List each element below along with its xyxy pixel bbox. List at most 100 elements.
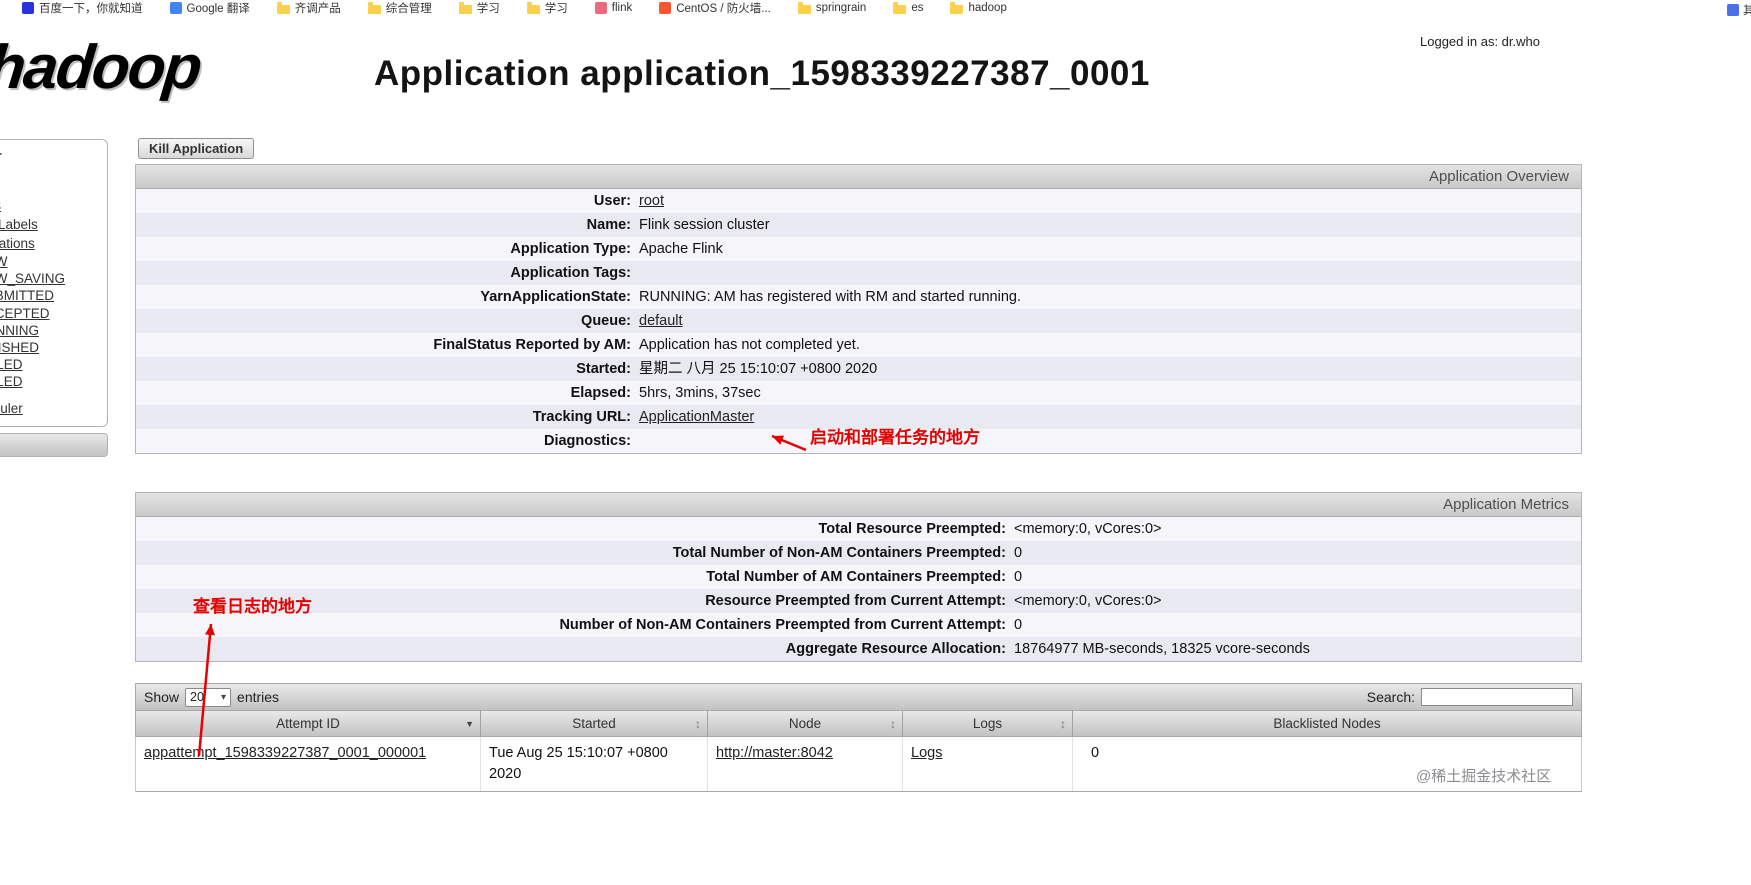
sort-icon: ↕ bbox=[890, 716, 896, 731]
folder-icon bbox=[526, 1, 540, 14]
table-header-row: Attempt ID ▼ Started ↕ Node ↕ Logs ↕ Bla… bbox=[135, 711, 1582, 737]
bookmark-label: 综合管理 bbox=[385, 3, 432, 15]
folder-icon bbox=[367, 1, 381, 14]
bookmark-item[interactable]: 百度一下，你就知道 bbox=[22, 0, 143, 16]
sort-desc-icon: ▼ bbox=[465, 718, 474, 729]
attempts-table: Show 20 ▾ entries Search: Attempt ID ▼ S… bbox=[135, 683, 1582, 792]
sidebar-item-state-running[interactable]: RUNNING bbox=[0, 323, 39, 338]
baidu-favicon bbox=[22, 2, 34, 14]
application-master-link[interactable]: ApplicationMaster bbox=[639, 409, 754, 425]
overview-row-name: Name: Flink session cluster bbox=[136, 213, 1581, 237]
bookmark-label: 其 bbox=[1743, 5, 1751, 17]
column-header-node[interactable]: Node ↕ bbox=[708, 711, 903, 736]
folder-icon bbox=[458, 1, 472, 14]
overview-row-user: User: root bbox=[136, 189, 1581, 213]
sidebar-item-state-failed[interactable]: FAILED bbox=[0, 357, 23, 372]
sidebar-item-applications[interactable]: Applications bbox=[0, 236, 35, 251]
table-row: appattempt_1598339227387_0001_000001 Tue… bbox=[135, 737, 1582, 792]
annotation-logs-note: 查看日志的地方 bbox=[193, 597, 312, 616]
sidebar-tools-header[interactable]: Tools bbox=[0, 433, 108, 457]
sidebar-cluster-header: Cluster bbox=[0, 148, 107, 165]
bookmark-label: 学习 bbox=[476, 3, 500, 15]
sidebar-item-state-accepted[interactable]: ACCEPTED bbox=[0, 306, 50, 321]
column-header-started[interactable]: Started ↕ bbox=[481, 711, 708, 736]
overview-row-application-tags: Application Tags: bbox=[136, 261, 1581, 285]
bookmark-favicon bbox=[1727, 4, 1739, 16]
column-header-logs[interactable]: Logs ↕ bbox=[903, 711, 1073, 736]
application-metrics-header: Application Metrics bbox=[136, 493, 1581, 517]
metrics-row-total-resource-preempted: Total Resource Preempted: <memory:0, vCo… bbox=[136, 517, 1581, 541]
bookmark-label: Google 翻译 bbox=[186, 3, 250, 15]
overview-row-elapsed: Elapsed: 5hrs, 3mins, 37sec bbox=[136, 381, 1581, 405]
folder-icon bbox=[276, 1, 290, 14]
sidebar-nav: Cluster About Nodes Node Labels Applicat… bbox=[0, 139, 108, 427]
metrics-row-am-containers-preempted: Total Number of AM Containers Preempted:… bbox=[136, 565, 1581, 589]
sidebar-item-state-finished[interactable]: FINISHED bbox=[0, 340, 39, 355]
kill-application-button[interactable]: Kill Application bbox=[138, 138, 255, 159]
bookmark-item[interactable]: hadoop bbox=[950, 1, 1007, 14]
sort-icon: ↕ bbox=[695, 716, 701, 731]
sort-icon: ↕ bbox=[1060, 716, 1066, 731]
node-link[interactable]: http://master:8042 bbox=[716, 745, 833, 761]
page-size-select[interactable]: 20 ▾ bbox=[185, 687, 232, 707]
google-translate-favicon bbox=[169, 2, 182, 14]
bookmark-item[interactable]: flink bbox=[594, 2, 633, 14]
application-overview-section: Application Overview User: root Name: Fl… bbox=[135, 164, 1582, 454]
attempt-started-cell: Tue Aug 25 15:10:07 +0800 2020 bbox=[481, 737, 708, 791]
bookmark-label: flink bbox=[611, 2, 633, 14]
overview-row-started: Started: 星期二 八月 25 15:10:07 +0800 2020 bbox=[136, 357, 1581, 381]
juejin-watermark: @稀土掘金技术社区 bbox=[1416, 768, 1552, 785]
column-header-blacklisted-nodes[interactable]: Blacklisted Nodes bbox=[1073, 711, 1581, 736]
metrics-row-resource-preempted-current: Resource Preempted from Current Attempt:… bbox=[136, 589, 1581, 613]
folder-icon bbox=[950, 1, 964, 14]
bookmark-label: springrain bbox=[815, 2, 867, 14]
metrics-row-non-am-containers-preempted: Total Number of Non-AM Containers Preemp… bbox=[136, 541, 1581, 565]
bookmark-label: 百度一下，你就知道 bbox=[39, 3, 143, 15]
sidebar-item-node-labels[interactable]: Node Labels bbox=[0, 217, 38, 232]
overview-row-application-type: Application Type: Apache Flink bbox=[136, 237, 1581, 261]
bookmark-item[interactable]: es bbox=[893, 1, 923, 14]
chevron-down-icon: ▾ bbox=[221, 691, 227, 703]
user-link[interactable]: root bbox=[639, 193, 664, 209]
metrics-row-non-am-preempted-current: Number of Non-AM Containers Preempted fr… bbox=[136, 613, 1581, 637]
search-input[interactable] bbox=[1421, 688, 1573, 706]
overview-row-queue: Queue: default bbox=[136, 309, 1581, 333]
overview-row-yarn-application-state: YarnApplicationState: RUNNING: AM has re… bbox=[136, 285, 1581, 309]
bookmark-item[interactable]: Google 翻译 bbox=[169, 0, 250, 16]
logged-in-status: Logged in as: dr.who bbox=[1420, 34, 1540, 49]
bookmark-item[interactable]: 综合管理 bbox=[367, 0, 432, 16]
show-label: Show bbox=[144, 689, 180, 705]
page-title: Application application_1598339227387_00… bbox=[374, 54, 1150, 93]
annotation-tracking-note: 启动和部署任务的地方 bbox=[810, 428, 980, 447]
metrics-row-aggregate-resource-allocation: Aggregate Resource Allocation: 18764977 … bbox=[136, 637, 1581, 661]
bookmark-label: hadoop bbox=[968, 2, 1007, 14]
entries-label: entries bbox=[237, 689, 280, 705]
hadoop-logo: hadoop bbox=[0, 33, 204, 102]
sidebar-item-nodes[interactable]: Nodes bbox=[0, 198, 1, 213]
sidebar-item-state-submitted[interactable]: SUBMITTED bbox=[0, 288, 54, 303]
bookmark-label: 齐调产品 bbox=[294, 3, 341, 15]
csdn-favicon bbox=[659, 2, 672, 14]
bookmark-label: CentOS / 防火墙... bbox=[676, 3, 771, 15]
sidebar-item-scheduler[interactable]: Scheduler bbox=[0, 401, 23, 416]
attempt-id-link[interactable]: appattempt_1598339227387_0001_000001 bbox=[144, 745, 426, 761]
bookmark-label: 学习 bbox=[544, 3, 568, 15]
queue-link[interactable]: default bbox=[639, 313, 683, 329]
sidebar-item-state-new[interactable]: NEW bbox=[0, 254, 8, 269]
bookmark-item[interactable]: 齐调产品 bbox=[276, 0, 341, 16]
folder-icon bbox=[893, 1, 907, 14]
sidebar-item-state-new-saving[interactable]: NEW_SAVING bbox=[0, 271, 65, 286]
sidebar-item-state-killed[interactable]: KILLED bbox=[0, 374, 23, 389]
table-controls-bar: Show 20 ▾ entries Search: bbox=[135, 683, 1582, 711]
bookmark-item[interactable]: CentOS / 防火墙... bbox=[659, 0, 771, 16]
application-overview-header: Application Overview bbox=[136, 165, 1581, 189]
bookmark-item[interactable]: 其 bbox=[1727, 2, 1751, 18]
bookmark-item[interactable]: 学习 bbox=[458, 0, 500, 16]
folder-icon bbox=[797, 1, 811, 14]
column-header-attempt-id[interactable]: Attempt ID ▼ bbox=[136, 711, 481, 736]
bookmark-item[interactable]: 学习 bbox=[526, 0, 568, 16]
yarn-application-page: 百度一下，你就知道 Google 翻译 齐调产品 综合管理 学习 学习 flin… bbox=[0, 0, 1751, 885]
logs-link[interactable]: Logs bbox=[911, 745, 942, 761]
bookmark-item[interactable]: springrain bbox=[797, 1, 867, 14]
bookmarks-bar: 百度一下，你就知道 Google 翻译 齐调产品 综合管理 学习 学习 flin… bbox=[0, 0, 1751, 16]
